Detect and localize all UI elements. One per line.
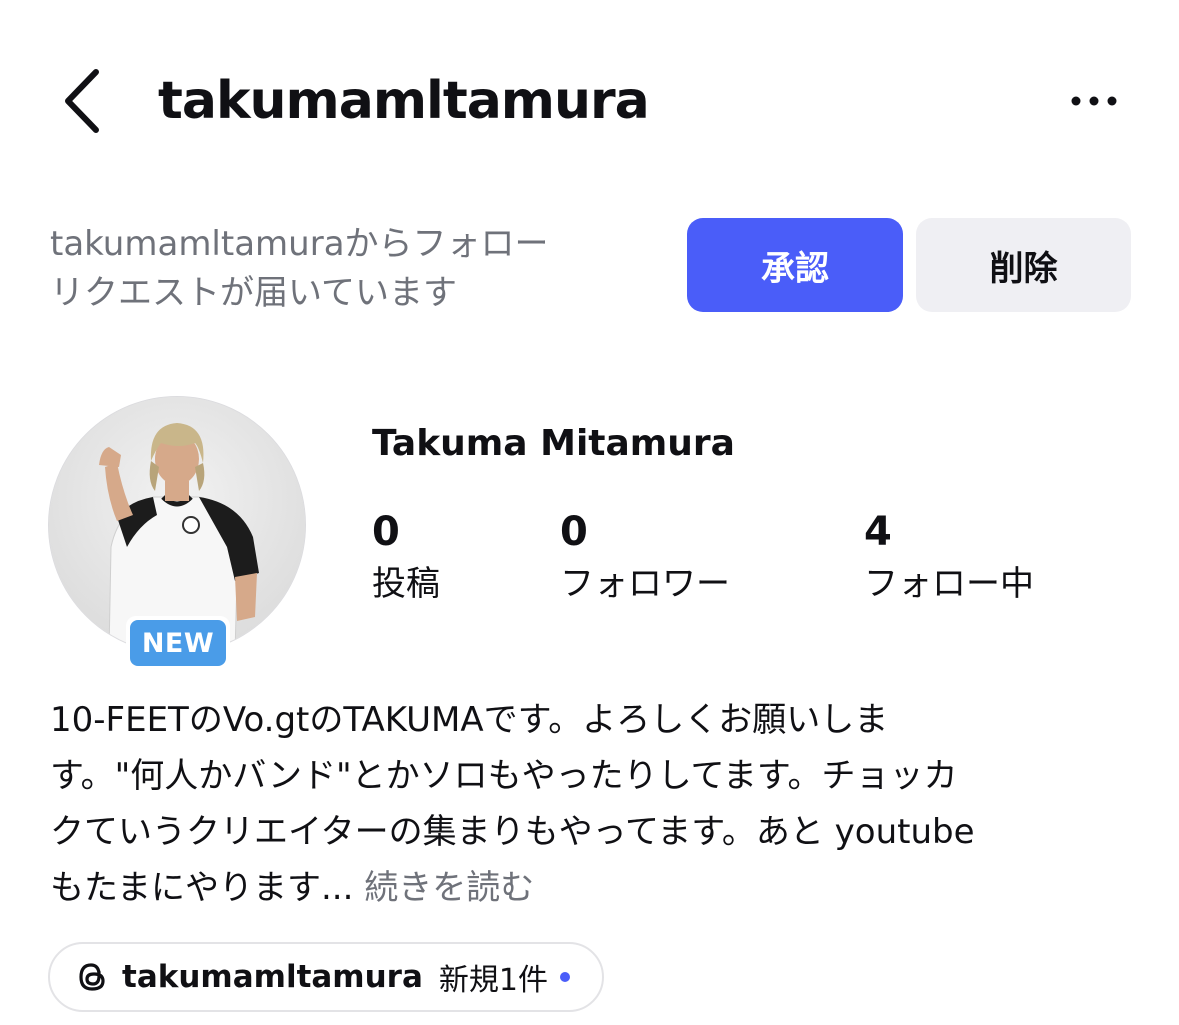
follow-request-line: takumamltamuraからフォロー	[50, 224, 549, 264]
read-more-link[interactable]: 続きを読む	[364, 868, 534, 908]
stat-label: フォロー中	[864, 564, 1034, 604]
stat-label: フォロワー	[560, 564, 730, 604]
page-title: takumamltamura	[158, 71, 650, 131]
unread-dot-icon	[559, 972, 570, 982]
threads-new-count: 新規1件	[438, 963, 548, 998]
threads-link-chip[interactable]: takumamltamura 新規1件	[48, 942, 604, 1012]
bio-last-line: もたまにやります... 続きを読む	[50, 860, 1150, 916]
threads-icon	[74, 959, 110, 995]
avatar-photo	[49, 397, 305, 653]
profile-bio: 10-FEETのVo.gtのTAKUMAです。よろしくお願いしま す。"何人かバ…	[50, 692, 1150, 916]
profile-header: takumamltamura	[0, 0, 1179, 200]
stat-count: 0	[560, 509, 588, 555]
more-dots-icon	[1071, 96, 1117, 106]
bio-line: 10-FEETのVo.gtのTAKUMAです。よろしくお願いしま	[50, 700, 889, 740]
stat-label: 投稿	[372, 564, 440, 604]
profile-full-name: Takuma Mitamura	[372, 423, 735, 464]
bio-truncated-text: もたまにやります...	[50, 868, 354, 908]
bio-line: す。"何人かバンド"とかソロもやったりしてます。チョッカ	[50, 756, 958, 796]
threads-handle: takumamltamura	[122, 959, 423, 995]
stat-followers[interactable]: 0 フォロワー	[560, 506, 730, 610]
stat-posts[interactable]: 0 投稿	[372, 506, 440, 610]
back-button[interactable]	[56, 64, 112, 138]
new-badge-label: NEW	[130, 620, 226, 666]
stat-count: 4	[864, 509, 892, 555]
approve-button[interactable]: 承認	[687, 218, 903, 312]
follow-request-message: takumamltamuraからフォロー リクエストが届いています	[50, 220, 650, 318]
bio-line: クていうクリエイターの集まりもやってます。あと youtube	[50, 812, 975, 852]
stat-count: 0	[372, 509, 400, 555]
follow-request-line: リクエストが届いています	[50, 273, 457, 313]
stat-following[interactable]: 4 フォロー中	[864, 506, 1034, 610]
chevron-left-icon	[65, 69, 99, 133]
delete-button[interactable]: 削除	[916, 218, 1131, 312]
new-story-badge: NEW	[126, 616, 230, 670]
more-options-button[interactable]	[1062, 84, 1126, 118]
